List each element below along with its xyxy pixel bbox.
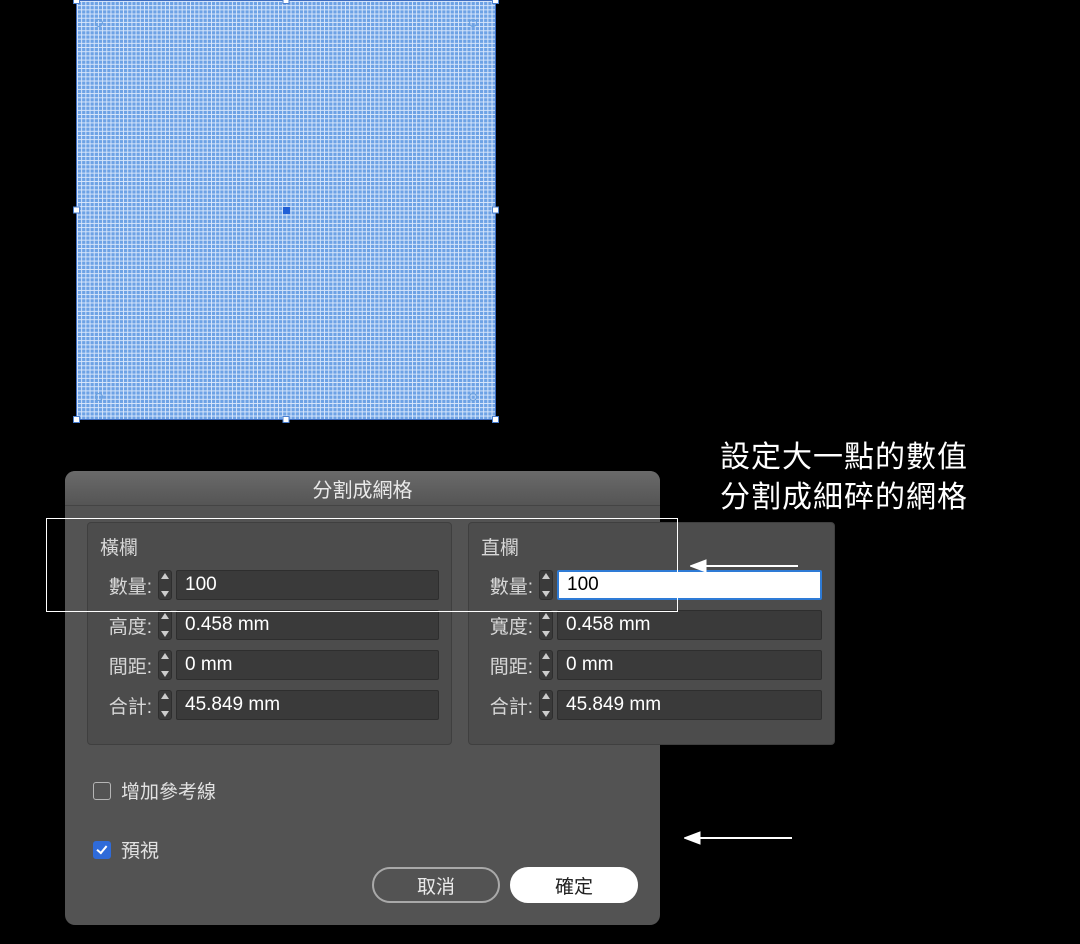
split-into-grid-dialog: 分割成網格 橫欄 數量: 高度: [65,471,660,925]
rotate-handle-icon[interactable] [95,19,103,27]
cols-total-stepper[interactable] [539,690,553,720]
cols-count-stepper[interactable] [539,570,553,600]
rows-height-input[interactable] [176,610,439,640]
add-guides-checkbox[interactable] [93,782,111,800]
annotation-line2: 分割成細碎的網格 [720,478,968,518]
chevron-down-icon [161,591,169,597]
rows-gutter-row: 間距: [100,650,439,680]
chevron-up-icon [542,573,550,579]
rows-count-input[interactable] [176,570,439,600]
resize-handle-icon[interactable] [283,0,290,4]
cols-width-label: 寬度: [481,612,533,639]
rows-gutter-stepper[interactable] [158,650,172,680]
rows-group: 橫欄 數量: 高度: [87,522,452,745]
cols-gutter-stepper[interactable] [539,650,553,680]
center-point-icon[interactable] [283,207,290,214]
preview-row[interactable]: 預視 [93,836,638,863]
cols-count-label: 數量: [481,572,533,599]
chevron-down-icon [161,671,169,677]
arrow-left-icon [690,556,800,576]
cols-width-stepper[interactable] [539,610,553,640]
chevron-up-icon [542,653,550,659]
resize-handle-icon[interactable] [492,207,499,214]
chevron-down-icon [161,711,169,717]
cols-total-row: 合計: [481,690,822,720]
chevron-up-icon [542,693,550,699]
cols-gutter-row: 間距: [481,650,822,680]
chevron-down-icon [542,711,550,717]
chevron-down-icon [542,591,550,597]
rotate-handle-icon[interactable] [95,393,103,401]
canvas-selected-object[interactable] [76,0,496,420]
rows-height-label: 高度: [100,612,152,639]
arrow-left-icon [684,828,794,848]
cols-width-row: 寬度: [481,610,822,640]
chevron-down-icon [161,631,169,637]
rows-total-label: 合計: [100,692,152,719]
chevron-up-icon [161,613,169,619]
rows-count-row: 數量: [100,570,439,600]
rotate-handle-icon[interactable] [469,393,477,401]
chevron-up-icon [542,613,550,619]
cols-gutter-input[interactable] [557,650,822,680]
ok-button[interactable]: 確定 [510,867,638,903]
cancel-button[interactable]: 取消 [372,867,500,903]
rows-height-stepper[interactable] [158,610,172,640]
chevron-up-icon [161,573,169,579]
resize-handle-icon[interactable] [73,207,80,214]
preview-checkbox[interactable] [93,841,111,859]
rows-count-label: 數量: [100,572,152,599]
chevron-up-icon [161,653,169,659]
add-guides-row[interactable]: 增加參考線 [93,777,638,804]
preview-label: 預視 [121,836,159,863]
resize-handle-icon[interactable] [492,416,499,423]
rows-total-input[interactable] [176,690,439,720]
rows-gutter-input[interactable] [176,650,439,680]
chevron-up-icon [161,693,169,699]
chevron-down-icon [542,671,550,677]
resize-handle-icon[interactable] [73,0,80,4]
cols-width-input[interactable] [557,610,822,640]
rows-total-row: 合計: [100,690,439,720]
add-guides-label: 增加參考線 [121,777,216,804]
rotate-handle-icon[interactable] [469,19,477,27]
resize-handle-icon[interactable] [492,0,499,4]
resize-handle-icon[interactable] [283,416,290,423]
cols-total-input[interactable] [557,690,822,720]
rows-group-title: 橫欄 [100,533,439,560]
rows-gutter-label: 間距: [100,652,152,679]
rows-total-stepper[interactable] [158,690,172,720]
annotation-line1: 設定大一點的數值 [720,438,968,478]
annotation-text: 設定大一點的數值 分割成細碎的網格 [720,438,968,518]
grid-preview-rect [76,0,496,420]
rows-height-row: 高度: [100,610,439,640]
cols-total-label: 合計: [481,692,533,719]
cols-gutter-label: 間距: [481,652,533,679]
dialog-title: 分割成網格 [65,471,660,506]
chevron-down-icon [542,631,550,637]
rows-count-stepper[interactable] [158,570,172,600]
resize-handle-icon[interactable] [73,416,80,423]
